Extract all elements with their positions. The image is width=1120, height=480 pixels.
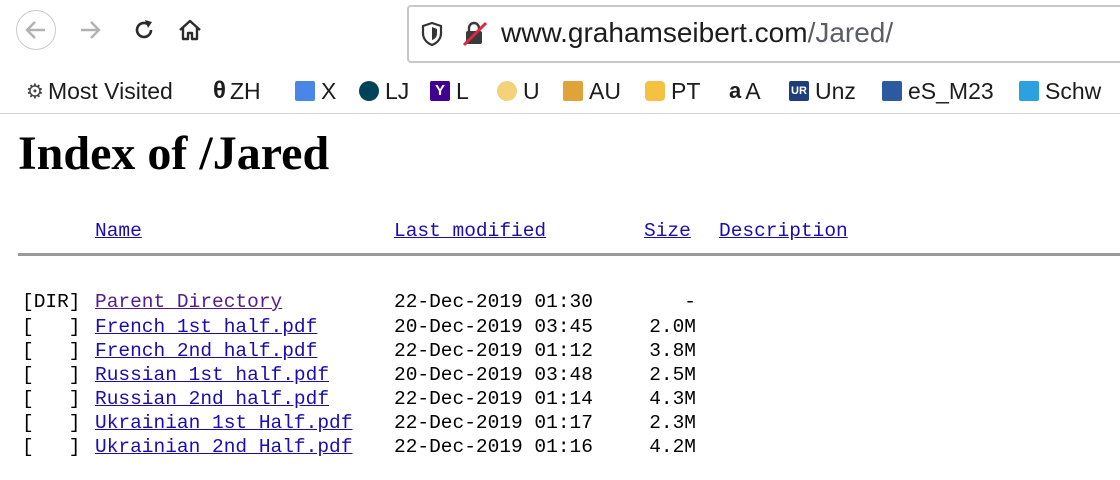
file-icon: [ ] <box>22 316 81 338</box>
column-name-link[interactable]: Name <box>95 220 142 242</box>
file-icon: [ ] <box>22 388 81 410</box>
file-link[interactable]: Ukrainian_1st_Half.pdf <box>95 412 352 434</box>
modified-date: 22-Dec-2019 01:16 <box>394 436 593 458</box>
file-size: 3.8M <box>649 340 696 362</box>
file-icon: [ ] <box>22 340 81 362</box>
file-link[interactable]: Russian_2nd_half.pdf <box>95 388 329 410</box>
modified-date: 20-Dec-2019 03:45 <box>394 316 593 338</box>
file-icon: [ ] <box>22 436 81 458</box>
modified-date: 22-Dec-2019 01:14 <box>394 388 593 410</box>
modified-date: 22-Dec-2019 01:30 <box>394 291 593 313</box>
file-size: 4.3M <box>649 388 696 410</box>
directory-listing: Name Last modified Size Description [DIR… <box>0 0 1120 480</box>
dir-icon: [DIR] <box>22 291 81 313</box>
modified-date: 20-Dec-2019 03:48 <box>394 364 593 386</box>
modified-date: 22-Dec-2019 01:17 <box>394 412 593 434</box>
file-size: 2.0M <box>649 316 696 338</box>
column-modified-link[interactable]: Last modified <box>394 220 546 242</box>
file-size: 2.5M <box>649 364 696 386</box>
file-size: - <box>684 291 696 313</box>
file-size: 2.3M <box>649 412 696 434</box>
file-link[interactable]: French_2nd_half.pdf <box>95 340 317 362</box>
file-size: 4.2M <box>649 436 696 458</box>
parent-directory-link[interactable]: Parent Directory <box>95 291 282 313</box>
file-link[interactable]: French_1st_half.pdf <box>95 316 317 338</box>
column-size-link[interactable]: Size <box>644 220 691 242</box>
column-description-link[interactable]: Description <box>719 220 848 242</box>
header-divider <box>18 253 1120 256</box>
file-link[interactable]: Ukrainian_2nd_Half.pdf <box>95 436 352 458</box>
modified-date: 22-Dec-2019 01:12 <box>394 340 593 362</box>
file-icon: [ ] <box>22 412 81 434</box>
file-icon: [ ] <box>22 364 81 386</box>
file-link[interactable]: Russian_1st_half.pdf <box>95 364 329 386</box>
